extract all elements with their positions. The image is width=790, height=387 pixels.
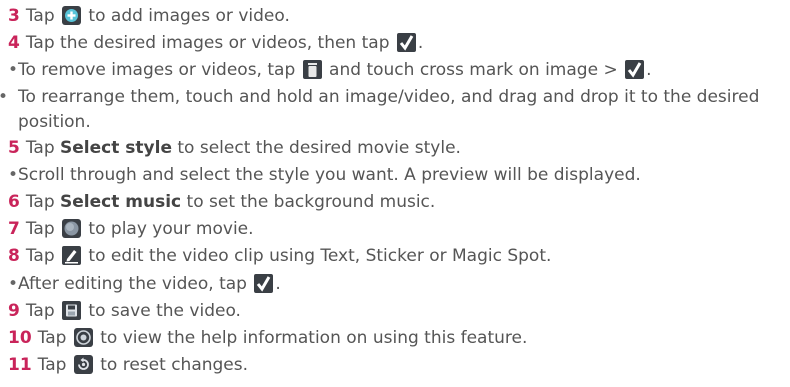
instruction-list: 3 Tap to add images or video. 4 Tap the de…: [0, 0, 790, 387]
step-text: to add images or video.: [83, 6, 290, 26]
checkmark-icon: [625, 60, 645, 80]
step-text: to view the help information on using th…: [94, 327, 528, 348]
step-4: 4 Tap the desired images or videos, then …: [8, 30, 790, 57]
step-6: 6 Tap Select music to set the background …: [8, 189, 790, 216]
step-number: 11: [8, 355, 32, 376]
step-8: 8 Tap to edit the video clip using Text, …: [8, 243, 790, 270]
step-number: 4: [8, 33, 20, 54]
bullet-after-editing: •After editing the video, tap .: [8, 271, 790, 298]
step-text: to select the desired movie style.: [171, 137, 461, 158]
step-text: Tap: [37, 327, 72, 348]
step-text: to edit the video clip using Text, Stick…: [83, 246, 552, 267]
step-text: to play your movie.: [83, 219, 254, 240]
checkmark-icon: [254, 273, 274, 293]
step-11: 11 Tap to reset changes.: [8, 352, 790, 379]
select-music-label: Select music: [60, 191, 182, 212]
step-number: 5: [8, 137, 20, 158]
step-9: 9 Tap to save the video.: [8, 298, 790, 325]
step-text: Tap: [25, 300, 61, 321]
step-text: After editing the video, tap: [18, 273, 253, 294]
step-10: 10 Tap to view the help information on us…: [8, 325, 790, 352]
step-5: 5 Tap Select style to select the desired …: [8, 135, 790, 162]
help-icon: [73, 327, 93, 347]
edit-icon: [62, 246, 82, 266]
bullet: •: [0, 85, 18, 110]
step-text: To rearrange them, touch and hold an ima…: [18, 86, 760, 132]
bullet-remove: •To remove images or videos, tap and tou…: [8, 57, 790, 84]
step-text: .: [646, 60, 652, 81]
step-text: Tap the desired images or videos, then t…: [25, 33, 395, 54]
step-number: 8: [8, 246, 20, 267]
select-style-label: Select style: [60, 137, 172, 158]
step-text: to set the background music.: [181, 191, 436, 212]
bullet: •: [8, 60, 19, 81]
step-text: .: [275, 273, 281, 294]
step-text: Tap: [25, 219, 61, 240]
play-icon: [62, 219, 82, 239]
save-icon: [62, 300, 82, 320]
step-text: Scroll through and select the style you …: [18, 164, 641, 185]
step-text: Tap: [25, 6, 61, 26]
step-text: Tap: [25, 246, 61, 267]
step-7: 7 Tap to play your movie.: [8, 216, 790, 243]
bullet-scroll: •Scroll through and select the style you…: [8, 162, 790, 189]
checkmark-icon: [396, 33, 416, 53]
step-number: 9: [8, 300, 20, 321]
bullet-rearrange: •To rearrange them, touch and hold an im…: [0, 85, 788, 135]
step-text: Tap: [25, 137, 61, 158]
step-number: 7: [8, 219, 20, 240]
step-text: to reset changes.: [94, 355, 249, 376]
step-number: 10: [8, 327, 32, 348]
step-text: Tap: [25, 191, 61, 212]
step-text: Tap: [37, 355, 72, 376]
step-text: .: [417, 33, 424, 54]
reset-icon: [73, 355, 93, 375]
trash-icon: [302, 60, 322, 80]
step-number: 3: [8, 6, 20, 26]
step-text: To remove images or videos, tap: [18, 60, 301, 81]
step-text: and touch cross mark on image >: [323, 60, 624, 81]
step-3: 3 Tap to add images or video.: [8, 3, 790, 30]
step-number: 6: [8, 191, 20, 212]
add-icon: [62, 6, 82, 25]
bullet: •: [8, 164, 19, 185]
step-text: to save the video.: [83, 300, 241, 321]
bullet: •: [8, 273, 19, 294]
